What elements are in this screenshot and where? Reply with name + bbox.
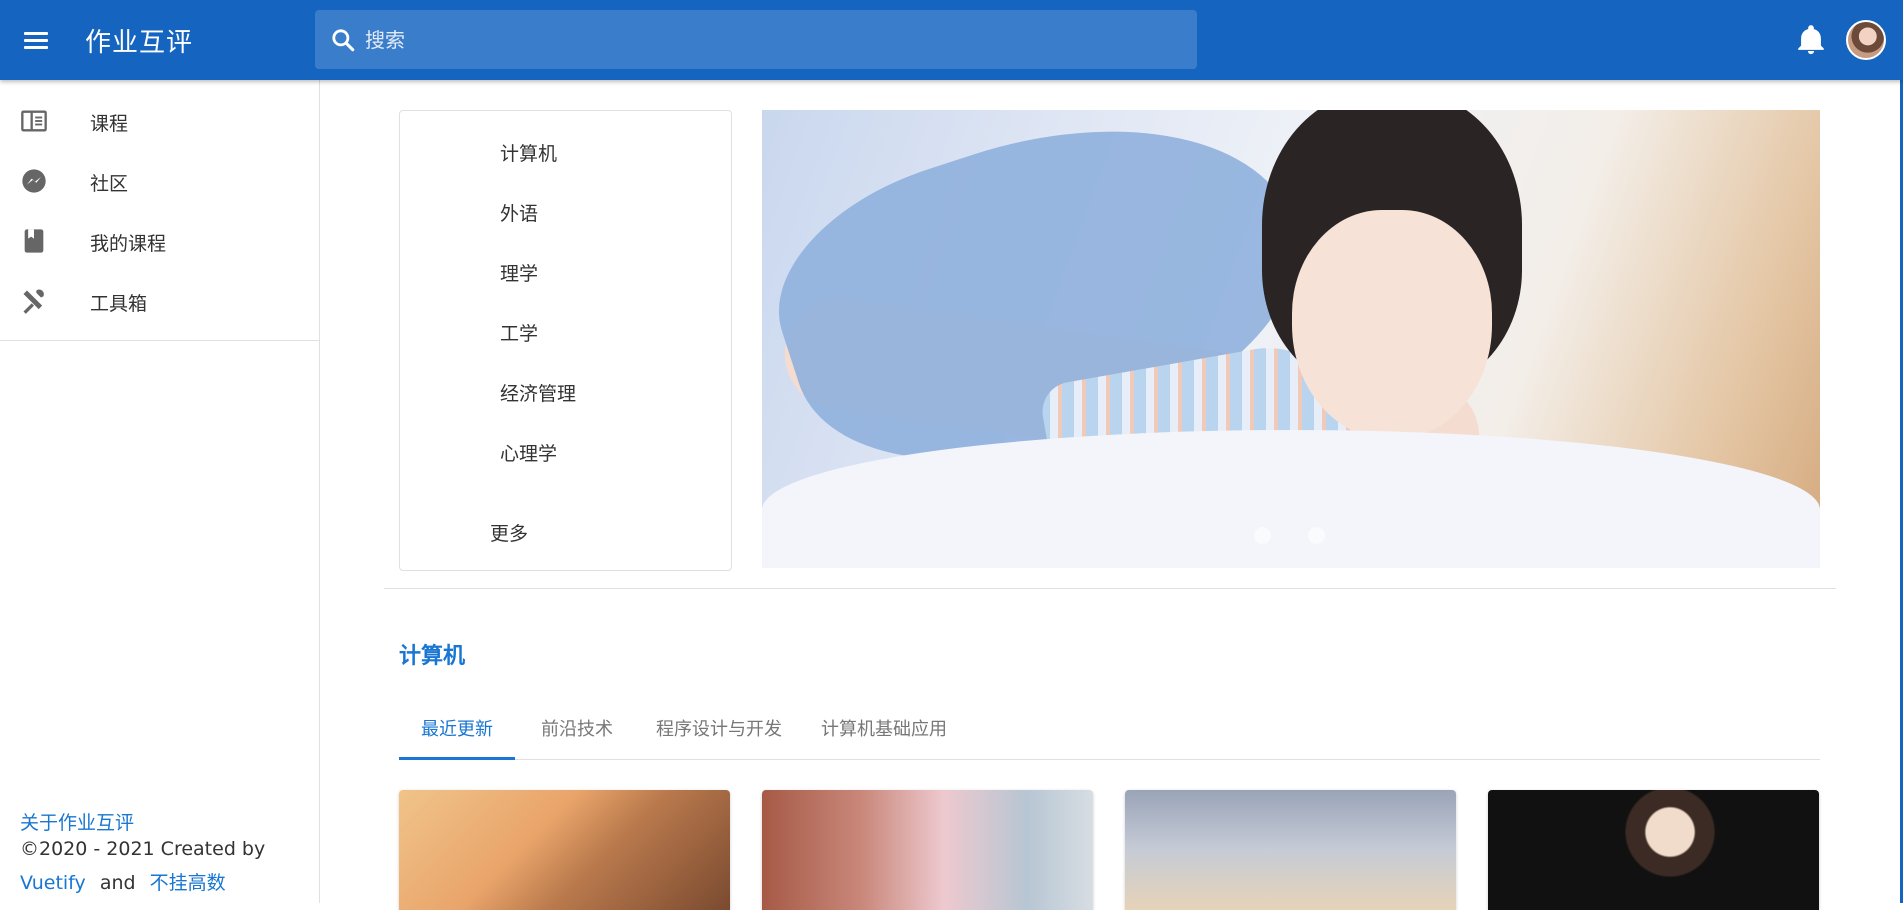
bell-icon[interactable] — [1794, 22, 1828, 58]
app-title[interactable]: 作业互评 — [85, 22, 193, 59]
credits-line: Vuetify and 不挂高数 — [20, 868, 226, 895]
book-open-page-icon — [21, 110, 47, 132]
tools-icon — [23, 289, 44, 314]
copyright-text: ©2020 - 2021 Created by — [20, 838, 266, 860]
about-link-text[interactable]: 关于作业互评 — [20, 812, 134, 834]
tab-bar: 最近更新 前沿技术 程序设计与开发 计算机基础应用 — [399, 700, 1820, 760]
hero-carousel[interactable] — [762, 110, 1820, 568]
course-card[interactable] — [399, 790, 730, 910]
carousel-dot[interactable] — [1254, 527, 1271, 544]
sidebar-item-label: 工具箱 — [90, 293, 148, 315]
and-text: and — [99, 872, 136, 894]
carousel-image-face — [1292, 210, 1492, 440]
tab-frontier[interactable]: 前沿技术 — [515, 700, 639, 760]
avatar[interactable] — [1846, 20, 1886, 60]
about-link[interactable]: 关于作业互评 — [20, 808, 134, 835]
messenger-icon — [22, 169, 46, 193]
divider — [384, 588, 1836, 589]
category-item[interactable]: 计算机 — [500, 139, 557, 166]
category-item[interactable]: 经济管理 — [500, 379, 576, 406]
vuetify-link[interactable]: Vuetify — [20, 872, 86, 894]
app-bar: 作业互评 — [0, 0, 1903, 80]
sidebar-item-my-courses[interactable]: 我的课程 — [0, 210, 319, 270]
sidebar-item-toolbox[interactable]: 工具箱 — [0, 270, 319, 330]
search-icon — [332, 29, 355, 52]
author-link[interactable]: 不挂高数 — [150, 872, 226, 894]
book-icon — [24, 229, 44, 253]
menu-icon[interactable] — [17, 22, 53, 58]
tab-basics[interactable]: 计算机基础应用 — [799, 700, 969, 760]
sidebar-item-label: 课程 — [90, 113, 129, 135]
tab-recent[interactable]: 最近更新 — [399, 700, 515, 760]
sidebar-item-community[interactable]: 社区 — [0, 150, 319, 210]
tab-programming[interactable]: 程序设计与开发 — [639, 700, 799, 760]
course-card[interactable] — [1488, 790, 1819, 910]
search-bar[interactable] — [315, 10, 1197, 69]
course-card[interactable] — [1125, 790, 1456, 910]
sidebar-item-label: 社区 — [90, 173, 129, 195]
divider — [0, 340, 319, 341]
sidebar-item-courses[interactable]: 课程 — [0, 90, 319, 150]
section-title: 计算机 — [399, 644, 466, 669]
category-item[interactable]: 工学 — [500, 319, 538, 346]
category-card: 计算机 外语 理学 工学 经济管理 心理学 更多 — [399, 110, 732, 571]
category-item[interactable]: 理学 — [500, 259, 538, 286]
course-card[interactable] — [762, 790, 1093, 910]
search-input[interactable] — [365, 10, 1185, 69]
category-item[interactable]: 心理学 — [500, 439, 557, 466]
sidebar-item-label: 我的课程 — [90, 233, 167, 255]
more-categories-button[interactable]: 更多 — [490, 519, 528, 546]
carousel-dot[interactable] — [1308, 527, 1325, 544]
navigation-drawer: 课程 社区 我的课程 工具箱 关于作业互评 ©2020 - 2021 Creat… — [0, 80, 320, 903]
category-item[interactable]: 外语 — [500, 199, 538, 226]
